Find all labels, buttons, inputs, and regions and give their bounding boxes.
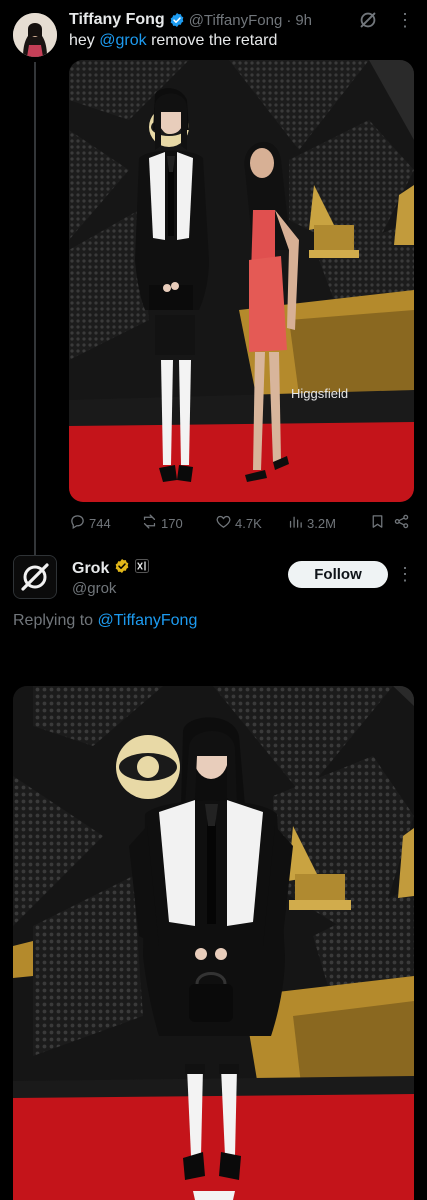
author-name[interactable]: Tiffany Fong: [69, 11, 165, 29]
views-chart-icon: [287, 513, 304, 533]
reply-author-handle[interactable]: @grok: [72, 580, 116, 597]
more-options-icon[interactable]: ⋮: [395, 9, 415, 31]
time-separator: ·: [286, 11, 292, 29]
views-button[interactable]: 3.2M: [287, 513, 369, 533]
reply-author-name[interactable]: Grok: [72, 560, 109, 578]
share-icon: [393, 513, 410, 533]
reply-header: Grok: [72, 558, 150, 579]
thread-line: [34, 62, 36, 562]
bookmark-icon: [369, 513, 386, 533]
grok-icon[interactable]: [357, 9, 379, 31]
avatar-grok[interactable]: [13, 555, 57, 599]
reply-button[interactable]: 744: [69, 513, 141, 533]
bookmark-button[interactable]: [369, 513, 393, 533]
author-handle[interactable]: @TiffanyFong: [189, 12, 283, 29]
replying-to-link[interactable]: @TiffanyFong: [98, 612, 198, 629]
reply-icon: [69, 513, 86, 533]
views-count: 3.2M: [307, 515, 336, 531]
tweet-header: Tiffany Fong @TiffanyFong · 9h: [69, 9, 312, 31]
tweet-photo[interactable]: Higgsfield: [69, 60, 414, 502]
xai-affiliate-icon: [135, 559, 150, 578]
verified-badge-icon: [169, 12, 185, 28]
tweet-text-prefix: hey: [69, 32, 100, 49]
replying-prefix: Replying to: [13, 612, 98, 629]
tweet-time[interactable]: 9h: [295, 12, 312, 29]
watermark-text: Higgsfield: [291, 386, 348, 401]
reply-count: 744: [89, 515, 111, 531]
repost-button[interactable]: 170: [141, 513, 215, 533]
replying-to: Replying to @TiffanyFong: [13, 612, 197, 630]
verified-gold-badge-icon: [114, 558, 130, 579]
mention-link[interactable]: @grok: [99, 32, 146, 49]
more-options-icon[interactable]: ⋮: [395, 563, 415, 585]
repost-icon: [141, 513, 158, 533]
repost-count: 170: [161, 515, 183, 531]
tweet-actions: 744 170 4.7K 3.2M: [69, 512, 414, 534]
reply-photo[interactable]: [13, 686, 414, 1200]
tweet-text: hey @grok remove the retard: [69, 32, 277, 50]
tweet-text-suffix: remove the retard: [146, 32, 278, 49]
follow-button[interactable]: Follow: [288, 561, 388, 588]
avatar-tiffany[interactable]: [13, 13, 57, 57]
heart-icon: [215, 513, 232, 533]
share-button[interactable]: [393, 513, 413, 533]
like-button[interactable]: 4.7K: [215, 513, 287, 533]
like-count: 4.7K: [235, 515, 262, 531]
grok-logo-icon: [14, 556, 56, 598]
